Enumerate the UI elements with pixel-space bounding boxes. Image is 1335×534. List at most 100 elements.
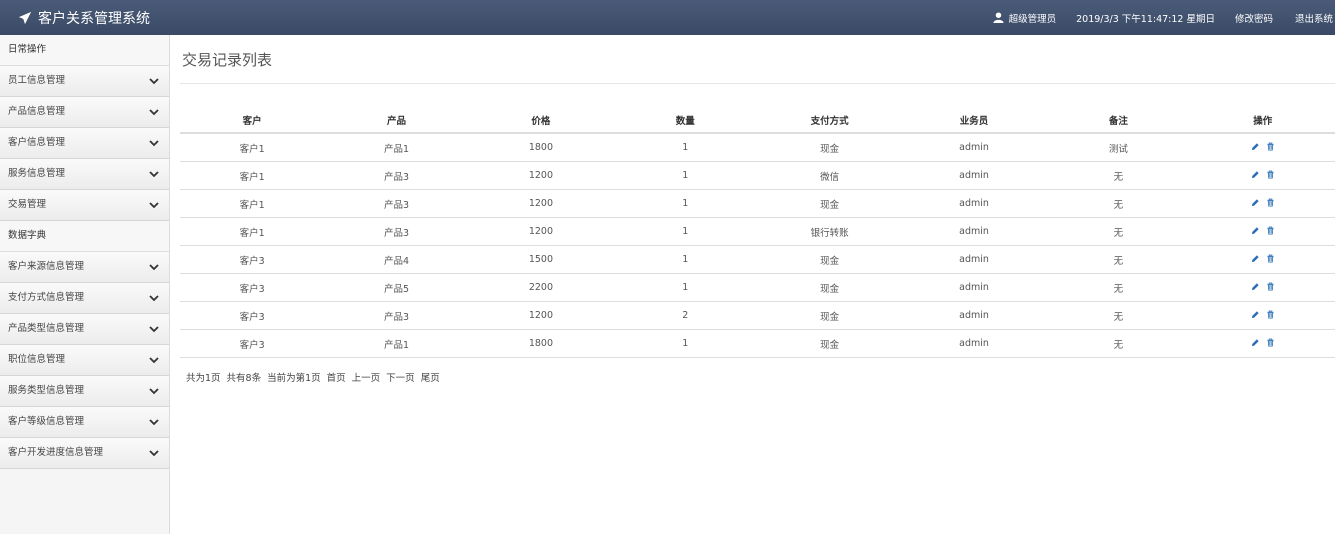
sidebar-item-label: 交易管理: [8, 199, 47, 210]
cell-customer: 客户1: [180, 133, 325, 162]
current-user[interactable]: 超级管理员: [993, 11, 1056, 25]
pencil-icon[interactable]: [1251, 226, 1260, 235]
pencil-icon[interactable]: [1251, 198, 1260, 207]
sidebar-item-customer-progress[interactable]: 客户开发进度信息管理: [0, 438, 169, 469]
cell-actions: [1190, 301, 1335, 330]
pagination-next[interactable]: 下一页: [386, 370, 415, 384]
cell-remark: 无: [1046, 273, 1191, 302]
sidebar-item-product-type[interactable]: 产品类型信息管理: [0, 314, 169, 345]
column-header: 支付方式: [757, 107, 902, 134]
cell-price: 1800: [468, 329, 614, 358]
trash-icon[interactable]: [1266, 226, 1275, 235]
change-password-link[interactable]: 修改密码: [1235, 11, 1273, 25]
cell-remark: 无: [1046, 301, 1191, 330]
cell-payment: 现金: [757, 273, 902, 302]
top-navbar: 客户关系管理系统 超级管理员 2019/3/3 下午11:47:12 星期日 修…: [0, 0, 1335, 35]
column-header: 数量: [613, 107, 758, 134]
cell-price: 2200: [468, 273, 614, 302]
cell-actions: [1190, 189, 1335, 218]
trade-table: 客户 产品 价格 数量 支付方式 业务员 备注 操作 客户1 产品1 1800 …: [180, 107, 1335, 358]
table-row: 客户3 产品3 1200 2 现金 admin 无: [180, 301, 1335, 330]
brand[interactable]: 客户关系管理系统: [18, 8, 150, 28]
sidebar-item-customer[interactable]: 客户信息管理: [0, 128, 169, 159]
cell-remark: 无: [1046, 245, 1191, 274]
sidebar-item-customer-source[interactable]: 客户来源信息管理: [0, 252, 169, 283]
chevron-down-icon: [149, 264, 159, 271]
trash-icon[interactable]: [1266, 338, 1275, 347]
cell-quantity: 1: [613, 245, 758, 274]
cell-product: 产品3: [324, 189, 469, 218]
trash-icon[interactable]: [1266, 170, 1275, 179]
sidebar-item-label: 服务类型信息管理: [8, 385, 85, 396]
pencil-icon[interactable]: [1251, 254, 1260, 263]
cell-customer: 客户1: [180, 189, 325, 218]
cell-customer: 客户3: [180, 329, 325, 358]
sidebar-item-service[interactable]: 服务信息管理: [0, 159, 169, 190]
cell-actions: [1190, 161, 1335, 190]
table-header-row: 客户 产品 价格 数量 支付方式 业务员 备注 操作: [180, 107, 1335, 134]
trash-icon[interactable]: [1266, 142, 1275, 151]
cell-salesman: admin: [901, 273, 1047, 302]
sidebar-item-label: 支付方式信息管理: [8, 292, 85, 303]
trash-icon[interactable]: [1266, 282, 1275, 291]
page-title: 交易记录列表: [182, 51, 273, 69]
cell-product: 产品3: [324, 301, 469, 330]
cell-salesman: admin: [901, 133, 1047, 162]
cell-remark: 无: [1046, 161, 1191, 190]
column-header: 操作: [1190, 107, 1335, 134]
sidebar-item-trade[interactable]: 交易管理: [0, 190, 169, 221]
sidebar-item-product[interactable]: 产品信息管理: [0, 97, 169, 128]
trash-icon[interactable]: [1266, 310, 1275, 319]
cell-actions: [1190, 217, 1335, 246]
cell-price: 1500: [468, 245, 614, 274]
sidebar-item-label: 产品信息管理: [8, 106, 66, 117]
pagination-last[interactable]: 尾页: [421, 370, 440, 384]
cell-quantity: 1: [613, 273, 758, 302]
datetime: 2019/3/3 下午11:47:12 星期日: [1076, 13, 1215, 25]
pagination-first[interactable]: 首页: [327, 370, 346, 384]
pencil-icon[interactable]: [1251, 282, 1260, 291]
cell-remark: 无: [1046, 329, 1191, 358]
cell-product: 产品5: [324, 273, 469, 302]
cell-price: 1200: [468, 189, 614, 218]
chevron-down-icon: [149, 419, 159, 426]
cell-payment: 现金: [757, 189, 902, 218]
cell-actions: [1190, 273, 1335, 302]
pencil-icon[interactable]: [1251, 170, 1260, 179]
trash-icon[interactable]: [1266, 254, 1275, 263]
pagination-prev[interactable]: 上一页: [352, 370, 381, 384]
logout-link[interactable]: 退出系统: [1295, 11, 1335, 25]
sidebar-item-employee[interactable]: 员工信息管理: [0, 66, 169, 97]
cell-payment: 现金: [757, 301, 902, 330]
pencil-icon[interactable]: [1251, 310, 1260, 319]
chevron-down-icon: [149, 171, 159, 178]
main-content: 交易记录列表 客户 产品 价格 数量 支付方式 业务员 备注 操作 客户1 产品…: [180, 35, 1335, 534]
cell-payment: 现金: [757, 245, 902, 274]
paper-plane-icon: [18, 11, 32, 25]
cell-salesman: admin: [901, 161, 1047, 190]
cell-quantity: 1: [613, 161, 758, 190]
pencil-icon[interactable]: [1251, 142, 1260, 151]
column-header: 业务员: [901, 107, 1047, 134]
cell-remark: 测试: [1046, 133, 1191, 162]
sidebar-item-position[interactable]: 职位信息管理: [0, 345, 169, 376]
column-header: 产品: [324, 107, 469, 134]
trash-icon[interactable]: [1266, 198, 1275, 207]
sidebar-item-payment-method[interactable]: 支付方式信息管理: [0, 283, 169, 314]
cell-customer: 客户3: [180, 245, 325, 274]
cell-quantity: 2: [613, 301, 758, 330]
chevron-down-icon: [149, 78, 159, 85]
cell-payment: 现金: [757, 133, 902, 162]
pagination-total-pages: 共为1页: [186, 373, 221, 384]
cell-remark: 无: [1046, 189, 1191, 218]
chevron-down-icon: [149, 109, 159, 116]
pagination: 共为1页 共有8条 当前为第1页 首页 上一页 下一页 尾页: [186, 370, 440, 384]
cell-product: 产品1: [324, 133, 469, 162]
user-icon: [993, 12, 1004, 23]
pencil-icon[interactable]: [1251, 338, 1260, 347]
cell-customer: 客户3: [180, 301, 325, 330]
sidebar-item-label: 客户开发进度信息管理: [8, 447, 104, 458]
sidebar-item-customer-level[interactable]: 客户等级信息管理: [0, 407, 169, 438]
sidebar-item-service-type[interactable]: 服务类型信息管理: [0, 376, 169, 407]
divider: [180, 83, 1335, 84]
